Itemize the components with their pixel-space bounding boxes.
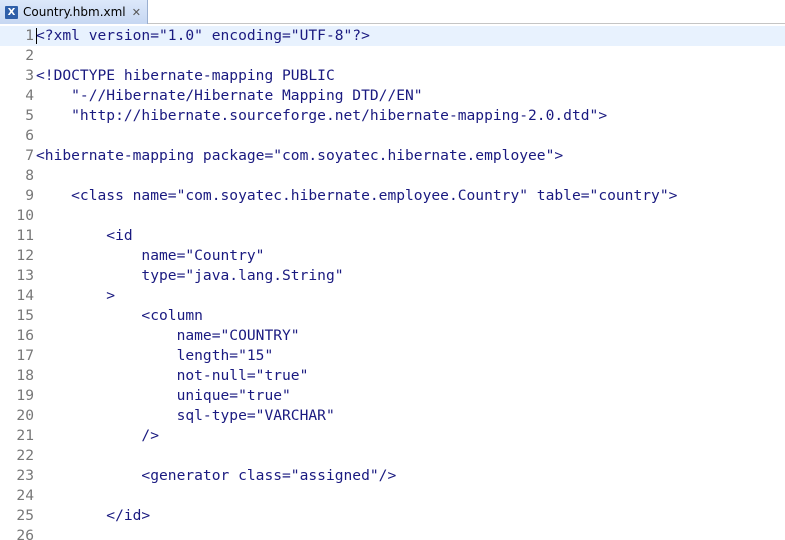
line-number: 19 — [16, 387, 34, 404]
line-number: 17 — [16, 347, 34, 364]
code-line[interactable]: 21 /> — [0, 426, 785, 446]
code-line[interactable]: 7 <hibernate-mapping package="com.soyatec… — [0, 146, 785, 166]
line-number: 9 — [25, 187, 34, 204]
code-line[interactable]: 24 — [0, 486, 785, 506]
code-text[interactable]: "http://hibernate.sourceforge.net/hibern… — [36, 106, 607, 126]
code-line[interactable]: 4 "-//Hibernate/Hibernate Mapping DTD//E… — [0, 86, 785, 106]
code-line[interactable]: 25 </id> — [0, 506, 785, 526]
code-text[interactable]: unique="true" — [36, 386, 291, 406]
code-line[interactable]: 11 <id — [0, 226, 785, 246]
line-number: 1 — [25, 27, 34, 44]
code-line[interactable]: 20 sql-type="VARCHAR" — [0, 406, 785, 426]
code-line[interactable]: 9 <class name="com.soyatec.hibernate.emp… — [0, 186, 785, 206]
code-line[interactable]: 17 length="15" — [0, 346, 785, 366]
code-text[interactable]: /> — [36, 426, 159, 446]
line-number: 10 — [16, 207, 34, 224]
code-text[interactable]: length="15" — [36, 346, 274, 366]
line-number: 13 — [16, 267, 34, 284]
line-number: 7 — [25, 147, 34, 164]
code-line[interactable]: 12 name="Country" — [0, 246, 785, 266]
line-number: 8 — [25, 167, 34, 184]
line-number: 2 — [25, 47, 34, 64]
code-line[interactable]: 14 > — [0, 286, 785, 306]
code-line[interactable]: 16 name="COUNTRY" — [0, 326, 785, 346]
code-line[interactable]: 23 <generator class="assigned"/> — [0, 466, 785, 486]
code-text[interactable]: sql-type="VARCHAR" — [36, 406, 335, 426]
line-number: 26 — [16, 527, 34, 540]
line-number: 20 — [16, 407, 34, 424]
line-number: 3 — [25, 67, 34, 84]
line-number: 4 — [25, 87, 34, 104]
xml-file-icon: X — [5, 5, 18, 19]
line-number: 21 — [16, 427, 34, 444]
code-text[interactable]: <hibernate-mapping package="com.soyatec.… — [36, 146, 563, 166]
code-text[interactable]: </id> — [36, 506, 150, 526]
line-number: 14 — [16, 287, 34, 304]
line-number: 12 — [16, 247, 34, 264]
tab-title: Country.hbm.xml — [23, 5, 126, 19]
code-line[interactable]: 5 "http://hibernate.sourceforge.net/hibe… — [0, 106, 785, 126]
code-text[interactable]: name="COUNTRY" — [36, 326, 300, 346]
code-text[interactable]: <?xml version="1.0" encoding="UTF-8"?> — [36, 26, 370, 46]
code-text[interactable]: name="Country" — [36, 246, 264, 266]
code-line[interactable]: 19 unique="true" — [0, 386, 785, 406]
line-number: 18 — [16, 367, 34, 384]
line-number: 16 — [16, 327, 34, 344]
code-line[interactable]: 22 — [0, 446, 785, 466]
code-text[interactable]: not-null="true" — [36, 366, 309, 386]
line-number: 22 — [16, 447, 34, 464]
code-text[interactable]: "-//Hibernate/Hibernate Mapping DTD//EN" — [36, 86, 422, 106]
code-line[interactable]: 8 — [0, 166, 785, 186]
code-line[interactable]: 18 not-null="true" — [0, 366, 785, 386]
code-editor[interactable]: 1 <?xml version="1.0" encoding="UTF-8"?> 2… — [0, 26, 785, 540]
editor-tab-bar: X Country.hbm.xml ✕ — [0, 0, 785, 24]
code-text[interactable]: <class name="com.soyatec.hibernate.emplo… — [36, 186, 677, 206]
code-text[interactable]: <generator class="assigned"/> — [36, 466, 396, 486]
line-number: 5 — [25, 107, 34, 124]
tab-country-hbm-xml[interactable]: X Country.hbm.xml ✕ — [0, 0, 148, 24]
code-line[interactable]: 1 <?xml version="1.0" encoding="UTF-8"?> — [0, 26, 785, 46]
code-line[interactable]: 3 <!DOCTYPE hibernate-mapping PUBLIC — [0, 66, 785, 86]
code-text[interactable]: > — [36, 286, 115, 306]
code-line[interactable]: 15 <column — [0, 306, 785, 326]
code-line[interactable]: 10 — [0, 206, 785, 226]
code-text[interactable]: <!DOCTYPE hibernate-mapping PUBLIC — [36, 66, 335, 86]
code-line[interactable]: 6 — [0, 126, 785, 146]
line-number: 11 — [16, 227, 34, 244]
code-text[interactable]: type="java.lang.String" — [36, 266, 343, 286]
close-icon[interactable]: ✕ — [132, 6, 141, 19]
code-text[interactable]: <id — [36, 226, 132, 246]
line-number: 6 — [25, 127, 34, 144]
line-number: 24 — [16, 487, 34, 504]
code-text[interactable]: <column — [36, 306, 203, 326]
line-number: 23 — [16, 467, 34, 484]
code-line[interactable]: 13 type="java.lang.String" — [0, 266, 785, 286]
text-caret — [36, 28, 37, 44]
code-line[interactable]: 2 — [0, 46, 785, 66]
line-number: 15 — [16, 307, 34, 324]
code-line[interactable]: 26 — [0, 526, 785, 540]
line-number: 25 — [16, 507, 34, 524]
